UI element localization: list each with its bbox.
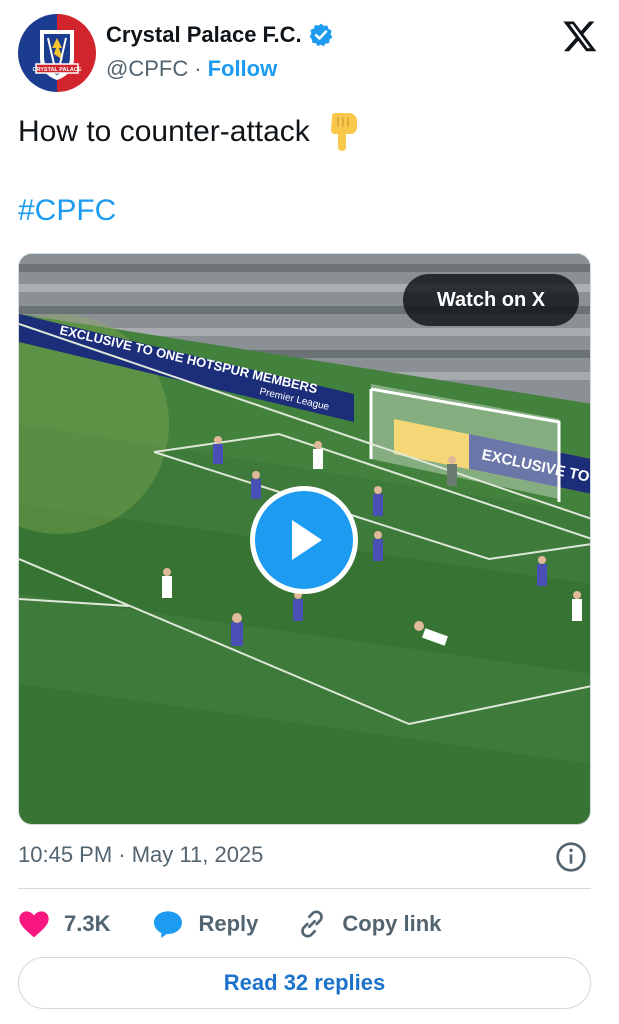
link-icon bbox=[301, 910, 324, 938]
display-name[interactable]: Crystal Palace F.C. bbox=[106, 22, 302, 48]
crest-icon: CRYSTAL PALACE bbox=[33, 30, 82, 80]
hashtag-link[interactable]: #CPFC bbox=[18, 194, 116, 228]
play-icon bbox=[292, 520, 322, 560]
heart-icon bbox=[19, 911, 49, 938]
separator: · bbox=[194, 56, 202, 81]
reply-label: Reply bbox=[198, 911, 259, 936]
tweet-header: CRYSTAL PALACE Crystal Palace F.C. @CPFC… bbox=[18, 14, 598, 94]
reply-bubble-icon bbox=[154, 911, 183, 938]
svg-text:CRYSTAL PALACE: CRYSTAL PALACE bbox=[33, 67, 82, 73]
x-logo-icon[interactable] bbox=[562, 18, 598, 54]
tweet-text: How to counter-attack bbox=[18, 115, 310, 148]
tweet-timestamp[interactable]: 10:45 PM · May 11, 2025 bbox=[18, 842, 263, 868]
follow-button[interactable]: Follow bbox=[208, 56, 278, 82]
name-row: Crystal Palace F.C. bbox=[106, 20, 334, 50]
avatar[interactable]: CRYSTAL PALACE bbox=[18, 14, 96, 92]
tweet-text-row: How to counter-attack bbox=[18, 112, 360, 152]
like-count: 7.3K bbox=[64, 911, 111, 936]
info-icon[interactable] bbox=[555, 841, 587, 873]
copy-link-button[interactable]: Copy link bbox=[296, 908, 441, 940]
action-bar: 7.3K Reply Copy link bbox=[18, 904, 441, 944]
reply-button[interactable]: Reply bbox=[152, 909, 258, 939]
watch-on-x-button[interactable]: Watch on X bbox=[403, 274, 579, 326]
copy-link-label: Copy link bbox=[342, 911, 442, 936]
divider bbox=[18, 888, 591, 889]
handle[interactable]: @CPFC bbox=[106, 56, 188, 82]
play-button[interactable] bbox=[250, 486, 358, 594]
pointing-down-emoji-icon bbox=[330, 113, 357, 151]
verified-badge-icon bbox=[309, 23, 333, 47]
handle-row: @CPFC · Follow bbox=[106, 56, 277, 82]
like-button[interactable]: 7.3K bbox=[18, 909, 110, 939]
read-replies-button[interactable]: Read 32 replies bbox=[18, 957, 591, 1009]
video-player[interactable]: EXCLUSIVE TO ONE HOTSPUR MEMBERS Premier… bbox=[18, 253, 591, 825]
